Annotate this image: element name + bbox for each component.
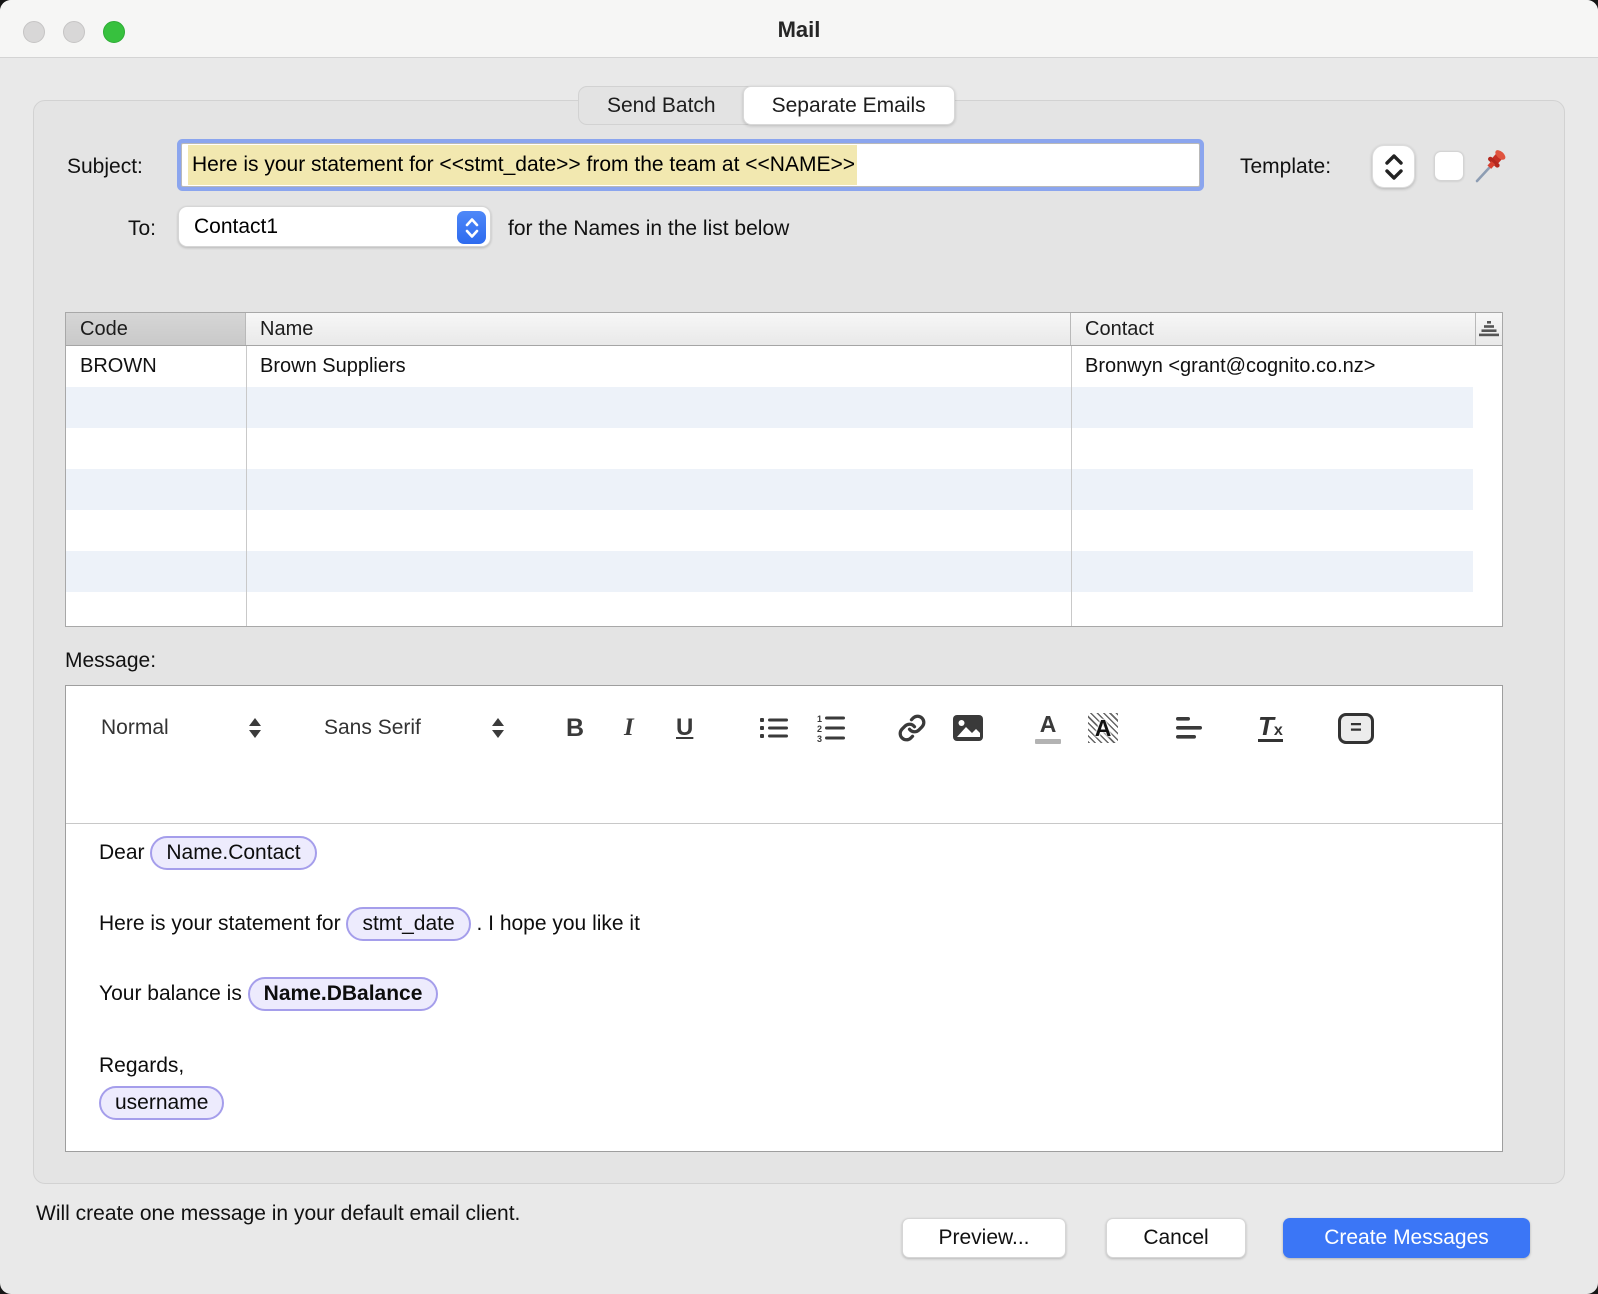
font-select[interactable]: Sans Serif	[324, 708, 421, 748]
bullet-list-button[interactable]	[759, 708, 789, 748]
column-divider	[1071, 346, 1072, 626]
column-divider	[246, 346, 247, 626]
template-checkbox[interactable]	[1434, 151, 1464, 181]
empty-table-rows	[66, 387, 1473, 627]
to-field-value: Contact1	[194, 215, 278, 239]
subject-selected-text: Here is your statement for <<stmt_date>>…	[188, 145, 857, 185]
subject-label: Subject:	[67, 155, 143, 179]
token-name-contact[interactable]: Name.Contact	[150, 836, 316, 870]
column-header-contact[interactable]: Contact	[1071, 313, 1476, 345]
template-label: Template:	[1240, 155, 1331, 179]
text-regards: Regards,	[99, 1054, 184, 1078]
message-line-2[interactable]: Here is your statement for stmt_date . I…	[99, 907, 640, 941]
message-line-4[interactable]: Regards,	[99, 1054, 184, 1078]
paragraph-style-arrows-icon[interactable]	[249, 708, 261, 748]
empty-row	[66, 510, 1473, 551]
image-icon	[952, 714, 984, 742]
create-messages-button[interactable]: Create Messages	[1283, 1218, 1530, 1258]
numbered-list-icon: 1 2 3	[816, 714, 846, 742]
to-label: To:	[128, 217, 156, 241]
insert-field-button[interactable]: =	[1338, 708, 1374, 748]
mode-segmented-control: Send Batch Separate Emails	[578, 86, 955, 125]
alignment-button[interactable]	[1174, 708, 1204, 748]
mail-dialog-window: Mail Send Batch Separate Emails Subject:…	[0, 0, 1598, 1294]
insert-image-button[interactable]	[952, 708, 984, 748]
token-stmt-date[interactable]: stmt_date	[346, 907, 470, 941]
text-hope: . I hope you like it	[471, 912, 640, 936]
underline-button[interactable]: U	[676, 708, 693, 748]
column-header-code[interactable]: Code	[66, 313, 246, 345]
bold-button[interactable]: B	[566, 708, 584, 748]
text-color-button[interactable]: BA	[1035, 708, 1061, 748]
align-icon	[1174, 715, 1204, 741]
message-label: Message:	[65, 649, 156, 673]
table-header-row: Code Name Contact	[66, 313, 1502, 346]
popup-chevrons-icon	[457, 211, 486, 244]
field-box-icon: =	[1338, 713, 1374, 744]
font-arrows-icon[interactable]	[492, 708, 504, 748]
up-down-chevrons-icon	[1382, 152, 1406, 182]
tab-send-batch[interactable]: Send Batch	[579, 87, 744, 124]
column-options-button[interactable]	[1476, 313, 1502, 345]
preview-button[interactable]: Preview...	[902, 1218, 1066, 1258]
token-name-dbalance[interactable]: Name.DBalance	[248, 977, 439, 1011]
svg-text:1: 1	[817, 714, 822, 724]
text-dear: Dear	[99, 841, 150, 865]
window-title: Mail	[0, 17, 1598, 43]
title-bar: Mail	[0, 0, 1598, 58]
bullet-list-icon	[759, 715, 789, 741]
cell-contact: Bronwyn <grant@cognito.co.nz>	[1071, 346, 1476, 387]
tab-separate-emails[interactable]: Separate Emails	[743, 86, 955, 125]
message-line-3[interactable]: Your balance is Name.DBalance	[99, 977, 438, 1011]
table-row[interactable]: BROWN Brown Suppliers Bronwyn <grant@cog…	[66, 346, 1502, 387]
highlight-icon: A	[1088, 713, 1118, 743]
cancel-button[interactable]: Cancel	[1106, 1218, 1246, 1258]
subject-input[interactable]: Here is your statement for <<stmt_date>>…	[181, 143, 1200, 187]
message-line-1[interactable]: Dear Name.Contact	[99, 836, 317, 870]
token-username[interactable]: username	[99, 1086, 224, 1120]
template-stepper-button[interactable]	[1372, 145, 1415, 188]
column-header-name[interactable]: Name	[246, 313, 1071, 345]
pushpin-icon[interactable]	[1470, 146, 1510, 186]
empty-row	[66, 551, 1473, 592]
message-line-5[interactable]: username	[99, 1086, 224, 1120]
recipients-table: Code Name Contact BROWN Brown Suppliers …	[65, 312, 1503, 627]
empty-row	[66, 469, 1473, 510]
insert-link-button[interactable]	[897, 708, 927, 748]
svg-text:3: 3	[817, 734, 822, 742]
paragraph-style-select[interactable]: Normal	[101, 708, 169, 748]
message-editor: Normal Sans Serif B I U 1	[65, 685, 1503, 1152]
text-balance: Your balance is	[99, 982, 248, 1006]
highlight-color-button[interactable]: A	[1088, 708, 1118, 748]
text-statement: Here is your statement for	[99, 912, 346, 936]
link-icon	[897, 713, 927, 743]
footer-note: Will create one message in your default …	[36, 1202, 520, 1226]
svg-text:2: 2	[817, 724, 822, 734]
numbered-list-button[interactable]: 1 2 3	[816, 708, 846, 748]
cell-name: Brown Suppliers	[246, 346, 1071, 387]
paragraph-style-value: Normal	[101, 716, 169, 740]
empty-row	[66, 428, 1473, 469]
to-hint-text: for the Names in the list below	[508, 217, 789, 241]
to-field-popup[interactable]: Contact1	[178, 206, 491, 247]
cell-code: BROWN	[66, 346, 246, 387]
font-value: Sans Serif	[324, 716, 421, 740]
editor-toolbar: Normal Sans Serif B I U 1	[66, 686, 1502, 824]
empty-row	[66, 387, 1473, 428]
italic-button[interactable]: I	[624, 708, 634, 748]
clear-formatting-button[interactable]: Tx	[1258, 708, 1283, 748]
empty-row	[66, 592, 1473, 627]
sort-icon	[1478, 320, 1500, 338]
